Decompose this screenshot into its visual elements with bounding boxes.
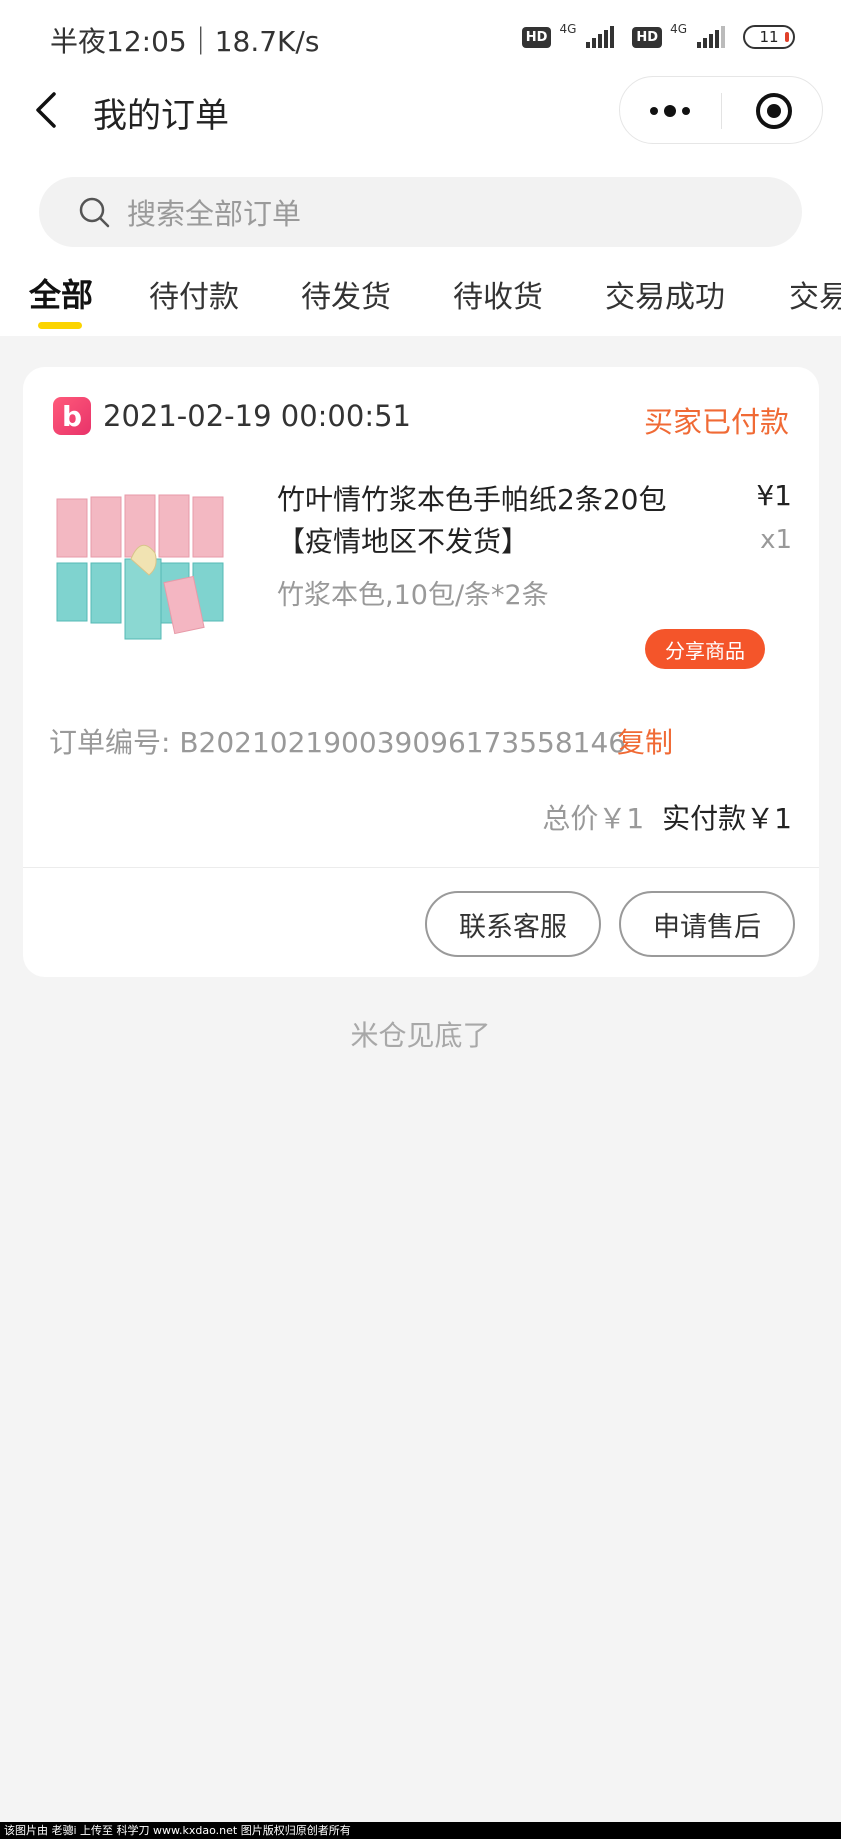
hd-icon-2: HD bbox=[632, 26, 663, 48]
watermark-bar: 该图片由 老骢i 上传至 科学刀 www.kxdao.net 图片版权归原创者所… bbox=[0, 1822, 841, 1839]
page-title: 我的订单 bbox=[93, 96, 229, 136]
hd-icon: HD bbox=[521, 26, 552, 48]
copy-order-number-button[interactable]: 复制 bbox=[617, 721, 673, 761]
close-miniprogram-icon[interactable] bbox=[754, 91, 794, 131]
product-image[interactable] bbox=[53, 487, 235, 649]
card-divider bbox=[23, 867, 819, 868]
battery-icon: 11 bbox=[743, 25, 795, 49]
order-number: 订单编号: B2021021900390961735581​46 bbox=[49, 726, 627, 759]
paid-amount: 实付款￥1 bbox=[662, 802, 792, 835]
total-row: 总价￥1 实付款￥1 bbox=[542, 797, 792, 837]
miniprogram-capsule bbox=[619, 76, 823, 144]
product-spec: 竹浆本色,10包/条*2条 bbox=[277, 580, 549, 611]
tab-trade-overflow[interactable]: 交易 bbox=[789, 272, 841, 316]
back-icon[interactable] bbox=[30, 88, 66, 132]
product-price: ¥1 bbox=[756, 479, 792, 512]
status-time: 半夜12:05｜18.7K/s bbox=[50, 25, 320, 58]
order-status: 买家已付款 bbox=[643, 405, 789, 439]
list-end-text: 米仓见底了 bbox=[350, 1019, 491, 1052]
apply-aftersale-button[interactable]: 申请售后 bbox=[619, 891, 795, 957]
tab-pending-shipment[interactable]: 待发货 bbox=[301, 272, 391, 316]
capsule-divider bbox=[721, 93, 722, 129]
contact-service-button[interactable]: 联系客服 bbox=[425, 891, 601, 957]
order-card[interactable]: b 2021-02-19 00:00:51 买家已付款 竹叶情竹浆本色手帕纸2条… bbox=[23, 367, 819, 977]
product-name[interactable]: 竹叶情竹浆本色手帕纸2条20包【疫情地区不发货】 bbox=[277, 479, 697, 563]
signal-icon-2 bbox=[697, 26, 725, 48]
order-datetime: 2021-02-19 00:00:51 bbox=[103, 399, 411, 433]
tab-completed[interactable]: 交易成功 bbox=[605, 272, 725, 316]
search-icon bbox=[79, 197, 110, 228]
total-price: 总价￥1 bbox=[542, 802, 645, 835]
product-quantity: x1 bbox=[760, 525, 792, 555]
search-placeholder: 搜索全部订单 bbox=[127, 197, 302, 231]
status-icons: HD 4G HD 4G 11 bbox=[521, 22, 795, 52]
tab-pending-payment[interactable]: 待付款 bbox=[149, 272, 239, 316]
tab-all[interactable]: 全部 bbox=[29, 270, 93, 316]
shop-logo: b bbox=[53, 397, 91, 435]
more-menu-icon[interactable] bbox=[650, 105, 690, 117]
order-tabs: 全部 待付款 待发货 待收货 交易成功 交易 bbox=[0, 266, 841, 336]
active-tab-indicator bbox=[38, 322, 82, 329]
search-input[interactable]: 搜索全部订单 bbox=[39, 177, 802, 247]
network-type-label: 4G bbox=[559, 22, 577, 36]
signal-icon bbox=[586, 26, 615, 48]
tab-pending-receipt[interactable]: 待收货 bbox=[453, 272, 543, 316]
share-product-button[interactable]: 分享商品 bbox=[645, 629, 765, 669]
header-area: 半夜12:05｜18.7K/s HD 4G HD 4G 11 我的订单 搜索全部… bbox=[0, 0, 841, 336]
network-type-label-2: 4G bbox=[670, 22, 687, 36]
